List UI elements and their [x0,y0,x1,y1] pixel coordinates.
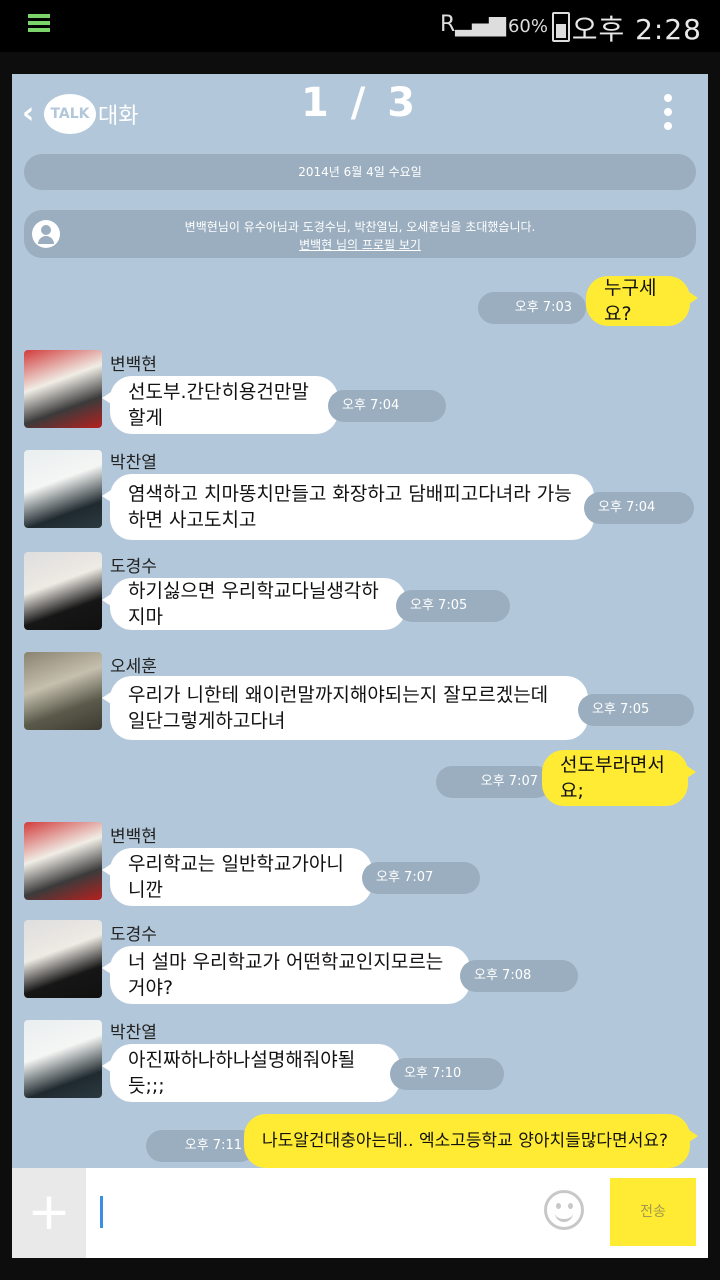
sender-name: 박찬열 [110,1023,157,1043]
message-bubble[interactable]: 선도부.간단히용건만말할게 [102,376,338,434]
status-bar: R▂▄▆ 60% 오후 2:28 [0,0,720,52]
battery-percent: 60% [507,16,548,37]
message-row: 도경수 너 설마 우리학교가 어떤학교인지모르는거야? 오후 7:08 [12,920,708,1006]
message-bubble[interactable]: 염색하고 치마똥치만들고 화장하고 담배피고다녀라 가능하면 사고도치고 [102,474,594,540]
message-row: 도경수 하기싫으면 우리학교다닐생각하지마 오후 7:05 [12,552,708,632]
smiley-icon[interactable] [544,1190,584,1230]
message-row: 오후 7:03 누구세요? [12,274,708,326]
date-divider: 2014년 6월 4일 수요일 [24,154,696,190]
avatar[interactable] [24,1020,102,1098]
sender-name: 변백현 [110,827,157,847]
sender-name: 도경수 [110,925,157,945]
my-message-bubble[interactable]: 선도부라면서요; [542,750,696,806]
message-time: 오후 7:11 [146,1130,256,1162]
message-bubble[interactable]: 아진짜하나하나설명해줘야될듯;;; [102,1044,400,1102]
message-row: 변백현 우리학교는 일반학교가아니니깐 오후 7:07 [12,822,708,908]
signal-label: R [439,12,456,37]
message-bubble[interactable]: 너 설마 우리학교가 어떤학교인지모르는거야? [102,946,470,1004]
notification-icon [28,14,50,36]
my-message-bubble[interactable]: 누구세요? [586,276,698,326]
message-row: 박찬열 염색하고 치마똥치만들고 화장하고 담배피고다녀라 가능하면 사고도치고… [12,448,708,540]
avatar[interactable] [24,552,102,630]
invite-notice: 변백현님이 유수아님과 도경수님, 박찬열님, 오세훈님을 초대했습니다. 변백… [24,210,696,258]
message-time: 오후 7:05 [578,694,694,726]
chat-header: ‹ TALK 대화 1 / 3 [12,74,708,150]
message-row: 변백현 선도부.간단히용건만말할게 오후 7:04 [12,350,708,440]
message-time: 오후 7:10 [390,1058,504,1090]
my-message-bubble[interactable]: 나도알건대충아는데.. 엑소고등학교 양아치들많다면서요? [244,1114,698,1168]
invite-text: 변백현님이 유수아님과 도경수님, 박찬열님, 오세훈님을 초대했습니다. [184,220,536,234]
sender-name: 오세훈 [110,657,157,677]
signal-icon: R▂▄▆ [439,12,506,37]
message-bubble[interactable]: 우리가 니한테 왜이런말까지해야되는지 잘모르겠는데 일단그렇게하고다녀 [102,676,588,740]
avatar[interactable] [24,350,102,428]
message-row: 박찬열 아진짜하나하나설명해줘야될듯;;; 오후 7:10 [12,1018,708,1104]
message-time: 오후 7:08 [460,960,578,992]
message-time: 오후 7:03 [478,292,586,324]
invite-profile-link[interactable]: 변백현 님의 프로필 보기 [24,236,696,253]
message-input[interactable] [100,1196,103,1228]
sender-name: 박찬열 [110,453,157,473]
status-time: 오후 2:28 [571,13,702,46]
message-row: 오후 7:07 선도부라면서요; [12,750,708,806]
message-row: 오후 7:11 나도알건대충아는데.. 엑소고등학교 양아치들많다면서요? [12,1114,708,1168]
avatar[interactable] [24,920,102,998]
message-time: 오후 7:05 [396,590,510,622]
chat-screen: ‹ TALK 대화 1 / 3 2014년 6월 4일 수요일 변백현님이 유수… [12,74,708,1258]
sender-name: 도경수 [110,557,157,577]
battery-icon [552,12,570,42]
message-time: 오후 7:04 [328,390,446,422]
message-bubble[interactable]: 하기싫으면 우리학교다닐생각하지마 [102,578,406,630]
avatar[interactable] [24,450,102,528]
plus-icon[interactable]: + [12,1168,86,1258]
message-time: 오후 7:07 [362,862,480,894]
message-time: 오후 7:07 [436,766,552,798]
message-row: 오세훈 우리가 니한테 왜이런말까지해야되는지 잘모르겠는데 일단그렇게하고다녀… [12,652,708,742]
avatar[interactable] [24,822,102,900]
more-menu-icon[interactable] [664,94,672,136]
input-bar: + 전송 [12,1168,708,1258]
avatar[interactable] [24,652,102,730]
page-indicator: 1 / 3 [300,80,420,126]
message-bubble[interactable]: 우리학교는 일반학교가아니니깐 [102,848,372,906]
sender-name: 변백현 [110,355,157,375]
send-button[interactable]: 전송 [610,1178,696,1246]
message-time: 오후 7:04 [584,492,694,524]
